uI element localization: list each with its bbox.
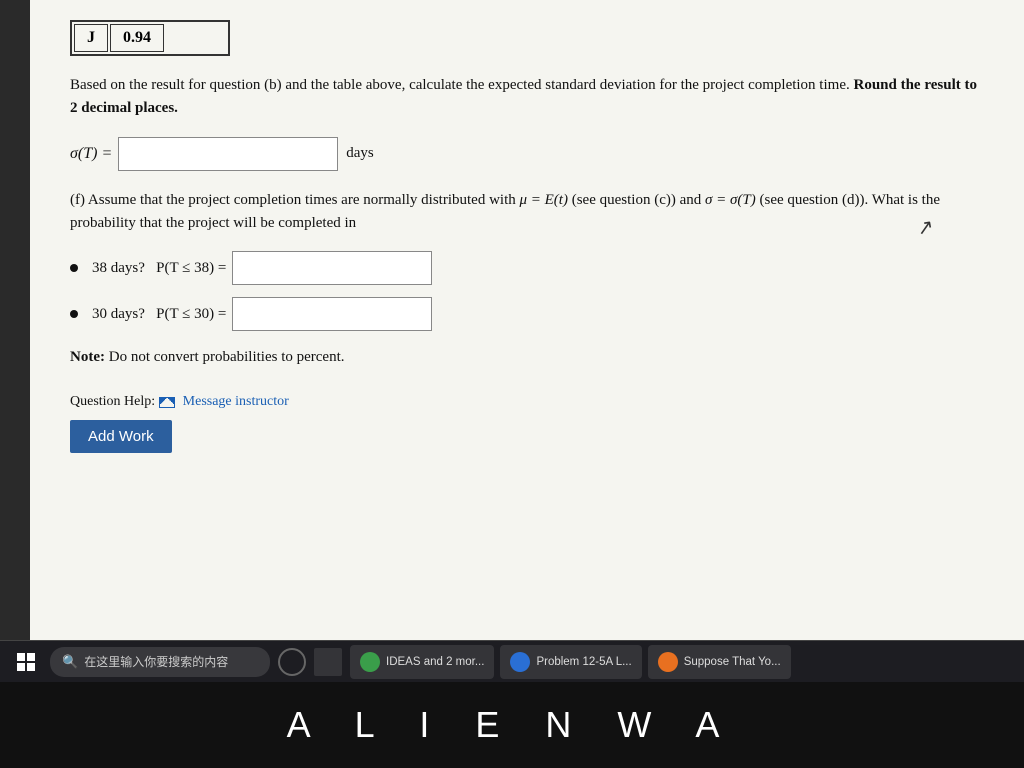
win-grid-cell-1 [17,653,25,661]
bullet-dot-2 [70,310,78,318]
win-grid-cell-2 [27,653,35,661]
prob-input-38[interactable] [232,251,432,285]
search-icon: 🔍 [62,654,78,670]
sigma-label: σ(T) = [70,145,112,163]
app-label-ideas: IDEAS and 2 mor... [386,656,484,668]
question-help-label: Question Help: [70,394,155,410]
bullet-item-30: 30 days? P(T ≤ 30) = [70,297,984,331]
mail-icon [159,397,175,408]
search-placeholder-text: 在这里输入你要搜索的内容 [84,653,228,670]
app-tab-suppose[interactable]: Suppose That Yo... [648,645,791,679]
win-grid-cell-3 [17,663,25,671]
sigma-row: σ(T) = days [70,137,984,171]
taskbar-apps: IDEAS and 2 mor... Problem 12-5A L... Su… [350,645,1016,679]
prob-label-30: 30 days? P(T ≤ 30) = [92,306,226,323]
app-icon-problem [510,652,530,672]
note-label: Note: [70,349,105,365]
app-icon-ideas [360,652,380,672]
question-help-row: Question Help: Message instructor [70,394,984,410]
note-text: Note: Do not convert probabilities to pe… [70,349,984,366]
app-tab-problem[interactable]: Problem 12-5A L... [500,645,641,679]
question-c-text: Based on the result for question (b) and… [70,74,984,121]
app-label-suppose: Suppose That Yo... [684,656,781,668]
sigma-input[interactable] [118,137,338,171]
left-sidebar [0,0,30,640]
taskbar: 🔍 在这里输入你要搜索的内容 IDEAS and 2 mor... Proble… [0,640,1024,768]
main-content: J 0.94 Based on the result for question … [30,0,1024,640]
app-icon-suppose [658,652,678,672]
bullet-dot-1 [70,264,78,272]
windows-start-button[interactable] [8,644,44,680]
taskbar-search[interactable]: 🔍 在这里输入你要搜索的内容 [50,647,270,677]
app-label-problem: Problem 12-5A L... [536,656,631,668]
message-instructor-link[interactable]: Message instructor [183,394,289,410]
prob-label-38: 38 days? P(T ≤ 38) = [92,260,226,277]
alienware-logo-text: A L I E N W A [287,704,738,746]
prob-input-30[interactable] [232,297,432,331]
add-work-button[interactable]: Add Work [70,420,172,453]
bullet-list: 38 days? P(T ≤ 38) = 30 days? P(T ≤ 30) … [70,251,984,331]
note-body-text: Do not convert probabilities to percent. [109,349,345,365]
task-view-button[interactable] [314,648,342,676]
mu-eq: μ = E(t) [519,192,567,208]
question-c-main: Based on the result for question (b) and… [70,77,850,93]
table-cell-j: J [74,24,108,52]
sigma-eq: σ = σ(T) [705,192,756,208]
bullet-item-38: 38 days? P(T ≤ 38) = [70,251,984,285]
app-tab-ideas[interactable]: IDEAS and 2 mor... [350,645,494,679]
table-cell-094: 0.94 [110,24,164,52]
win-grid-cell-4 [27,663,35,671]
question-f-text: (f) Assume that the project completion t… [70,189,984,236]
days-label: days [346,145,374,162]
taskbar-top: 🔍 在这里输入你要搜索的内容 IDEAS and 2 mor... Proble… [0,640,1024,682]
top-table: J 0.94 [70,20,230,56]
alienware-strip: A L I E N W A [0,682,1024,768]
cortana-button[interactable] [278,648,306,676]
windows-logo [17,653,35,671]
